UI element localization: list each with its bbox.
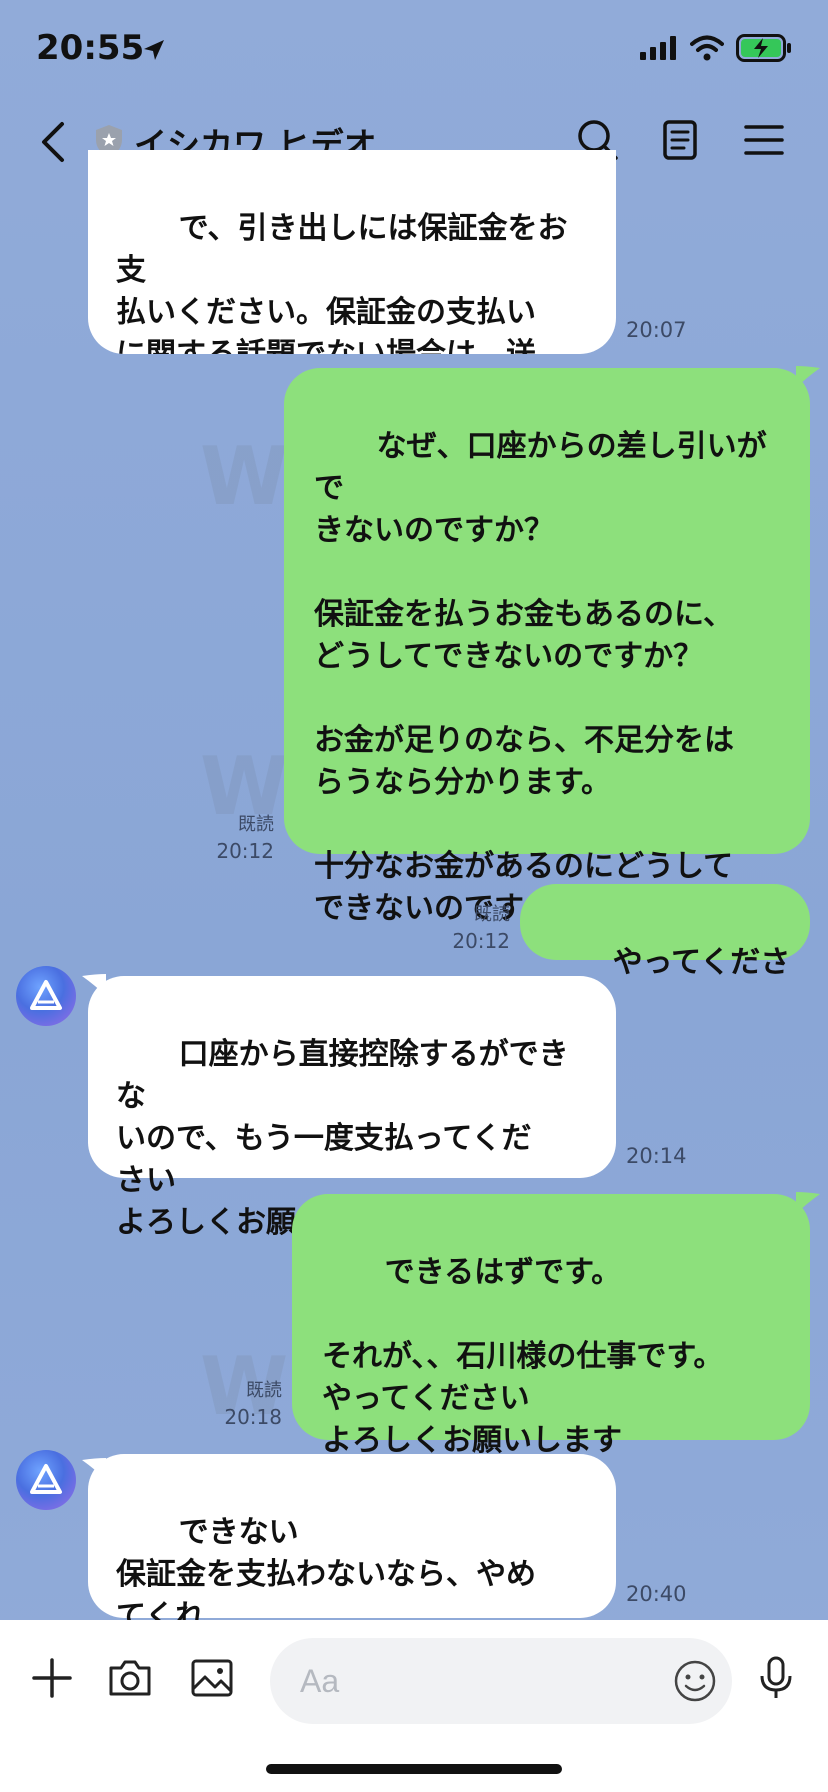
message-time: 20:12 — [452, 929, 510, 953]
message-bubble-outgoing[interactable]: なぜ、口座からの差し引いがで きないのですか？ 保証金を払うお金もあるのに、 ど… — [284, 368, 810, 926]
message-meta: 既読 20:18 — [196, 1378, 282, 1430]
back-chevron-icon[interactable] — [34, 118, 74, 166]
message-time: 20:07 — [626, 318, 687, 342]
message-bubble-incoming[interactable]: できない 保証金を支払わないなら、やめ てくれ — [88, 1454, 616, 1634]
read-receipt: 既読 — [474, 904, 510, 925]
message-input[interactable] — [270, 1638, 732, 1724]
message-time: 20:14 — [626, 1144, 687, 1168]
avatar-logo-icon — [30, 980, 62, 1010]
message-bubble-incoming[interactable]: 口座から直接控除するができな いので、もう一度支払ってくだ さい よろしくお願い… — [88, 976, 616, 1240]
message-text: で、引き出しには保証金をお支 払いください。保証金の支払い に関する話題でない場… — [116, 211, 568, 354]
emoji-icon[interactable] — [672, 1658, 718, 1704]
camera-icon[interactable] — [106, 1654, 154, 1702]
location-arrow-icon — [144, 40, 164, 60]
home-indicator[interactable] — [266, 1764, 562, 1774]
message-time: 20:18 — [224, 1405, 282, 1429]
battery-charging-icon — [736, 34, 791, 62]
message-time: 20:12 — [216, 839, 274, 863]
status-bar: 20:55 — [0, 0, 828, 96]
message-text: できるはずです。 それが、、石川様の仕事です。 やってください よろしくお願いし… — [322, 1255, 724, 1458]
microphone-icon[interactable] — [752, 1654, 800, 1702]
notes-icon[interactable] — [656, 116, 704, 164]
cellular-signal-icon — [640, 36, 676, 60]
message-bubble-outgoing[interactable]: できるはずです。 それが、、石川様の仕事です。 やってください よろしくお願いし… — [292, 1194, 810, 1458]
avatar-logo-icon — [30, 1464, 62, 1494]
avatar[interactable] — [16, 1450, 76, 1510]
plus-icon[interactable] — [28, 1654, 76, 1702]
message-bubble-outgoing[interactable]: やってください — [520, 884, 810, 1022]
status-time: 20:55 — [36, 28, 145, 68]
menu-icon[interactable] — [740, 116, 788, 164]
message-time: 20:40 — [626, 1582, 687, 1606]
wifi-icon — [690, 35, 724, 61]
message-meta: 既読 20:12 — [424, 902, 510, 954]
message-text: なぜ、口座からの差し引いがで きないのですか？ 保証金を払うお金もあるのに、 ど… — [314, 429, 767, 926]
read-receipt: 既読 — [246, 1380, 282, 1401]
avatar[interactable] — [16, 966, 76, 1026]
chat-log: で、引き出しには保証金をお支 払いください。保証金の支払い に関する話題でない場… — [0, 150, 828, 1634]
read-receipt: 既読 — [238, 814, 274, 835]
message-text: できない 保証金を支払わないなら、やめ てくれ — [116, 1515, 536, 1634]
status-icons — [640, 34, 792, 62]
image-icon[interactable] — [188, 1654, 236, 1702]
chat-screen: WikiFX WikiFX WikiFX WikiFX 20:55 — [0, 0, 828, 1792]
message-bubble-incoming[interactable]: で、引き出しには保証金をお支 払いください。保証金の支払い に関する話題でない場… — [88, 150, 616, 354]
message-meta: 既読 20:12 — [190, 812, 274, 864]
